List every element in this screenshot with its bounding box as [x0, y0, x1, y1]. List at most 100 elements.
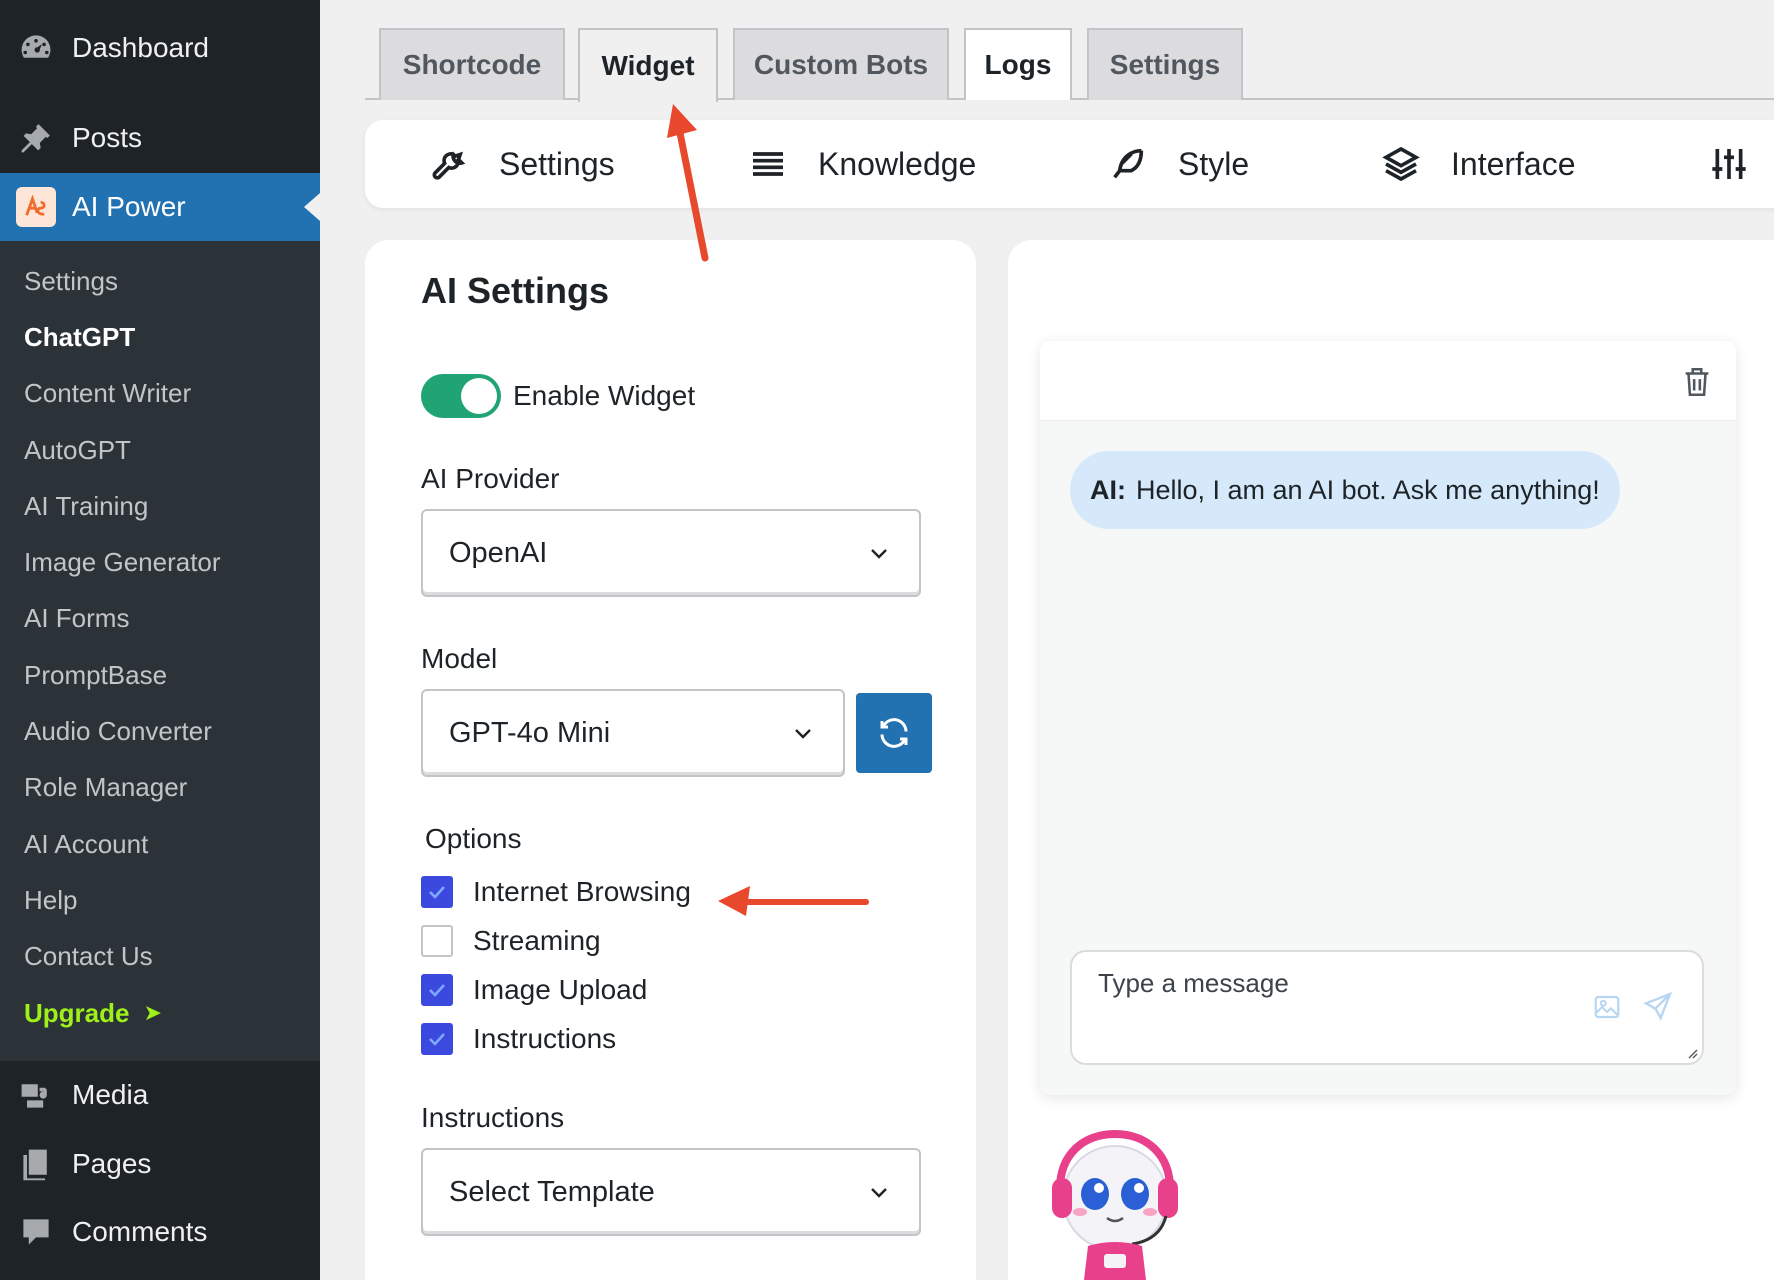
subtab-interface[interactable]: Interface — [1381, 120, 1576, 208]
ai-provider-label: AI Provider — [421, 463, 560, 494]
layers-icon — [1382, 146, 1420, 182]
ai-power-logo — [0, 187, 72, 227]
subtab-style[interactable]: Style — [1108, 120, 1249, 208]
option-streaming[interactable]: Streaming — [421, 921, 601, 961]
checkmark-icon — [429, 984, 445, 997]
option-instructions-label: Instructions — [473, 1023, 617, 1054]
menu-posts[interactable]: Posts — [0, 104, 320, 172]
tab-widget[interactable]: Widget — [578, 28, 718, 102]
submenu-ai-training[interactable]: AI Training — [0, 478, 320, 534]
lines-icon — [753, 152, 783, 176]
upgrade-label: Upgrade — [24, 997, 130, 1028]
comments-icon — [0, 1214, 72, 1250]
chat-header — [1040, 341, 1736, 421]
checkbox-checked[interactable] — [421, 1023, 453, 1055]
option-image-upload[interactable]: Image Upload — [421, 970, 647, 1010]
menu-dashboard[interactable]: Dashboard — [0, 14, 320, 82]
current-menu-notch — [304, 193, 320, 221]
refresh-icon — [880, 718, 908, 748]
enable-widget-toggle[interactable] — [421, 374, 501, 418]
ai-settings-card: AI Settings Enable Widget AI Provider Op… — [365, 240, 976, 1280]
menu-media[interactable]: Media — [0, 1061, 320, 1129]
ai-power-submenu: Settings ChatGPT Content Writer AutoGPT … — [0, 241, 320, 1061]
checkbox-checked[interactable] — [421, 974, 453, 1006]
menu-ai-power-label: AI Power — [72, 191, 186, 222]
chevron-down-icon — [795, 729, 811, 739]
menu-pages-label: Pages — [72, 1148, 152, 1179]
send-icon[interactable] — [1642, 990, 1674, 1022]
submenu-contact-us[interactable]: Contact Us — [0, 929, 320, 985]
instructions-template-select[interactable]: Select Template — [421, 1148, 921, 1236]
chat-widget-preview: AI: Hello, I am an AI bot. Ask me anythi… — [1040, 341, 1736, 1095]
submenu-ai-forms[interactable]: AI Forms — [0, 591, 320, 647]
feather-icon — [1113, 148, 1144, 179]
refresh-models-button[interactable] — [856, 693, 932, 773]
submenu-settings[interactable]: Settings — [0, 253, 320, 309]
menu-comments[interactable]: Comments — [0, 1198, 320, 1266]
option-streaming-label: Streaming — [473, 925, 601, 956]
chat-input-placeholder: Type a message — [1098, 968, 1289, 998]
submenu-content-writer[interactable]: Content Writer — [0, 366, 320, 422]
sliders-icon — [1712, 149, 1746, 179]
options-label: Options — [425, 823, 522, 854]
submenu-upgrade[interactable]: Upgrade ➤ — [0, 985, 320, 1041]
trash-icon[interactable] — [1680, 365, 1714, 399]
submenu-promptbase[interactable]: PromptBase — [0, 647, 320, 703]
dashboard-icon — [0, 30, 72, 66]
subtab-advanced[interactable] — [1709, 120, 1749, 208]
subtab-settings[interactable]: Settings — [429, 120, 615, 208]
subtab-style-label: Style — [1178, 145, 1250, 182]
instructions-template-value: Select Template — [449, 1175, 655, 1208]
option-instructions[interactable]: Instructions — [421, 1019, 616, 1059]
submenu-chatgpt[interactable]: ChatGPT — [0, 309, 320, 365]
media-icon — [0, 1077, 72, 1113]
submenu-role-manager[interactable]: Role Manager — [0, 760, 320, 816]
ai-settings-title: AI Settings — [421, 270, 610, 311]
model-value: GPT-4o Mini — [449, 716, 611, 749]
model-label: Model — [421, 643, 498, 674]
tab-logs[interactable]: Logs — [964, 28, 1072, 100]
image-upload-icon[interactable] — [1592, 992, 1622, 1022]
tab-custom-bots[interactable]: Custom Bots — [733, 28, 949, 100]
menu-dashboard-label: Dashboard — [72, 32, 209, 63]
chevron-down-icon — [871, 549, 887, 559]
checkmark-icon — [429, 1033, 445, 1046]
widget-subtab-bar: Settings Knowledge Style Interface — [365, 120, 1774, 208]
admin-sidebar: Dashboard Posts AI Power Settings ChatGP… — [0, 0, 320, 1280]
menu-media-label: Media — [72, 1079, 149, 1110]
option-internet-browsing[interactable]: Internet Browsing — [421, 872, 691, 912]
model-select[interactable]: GPT-4o Mini — [421, 689, 845, 777]
checkbox-checked[interactable] — [421, 876, 453, 908]
submenu-ai-account[interactable]: AI Account — [0, 816, 320, 872]
ai-speaker-label: AI: — [1090, 474, 1126, 505]
submenu-help[interactable]: Help — [0, 872, 320, 928]
checkbox-unchecked[interactable] — [421, 925, 453, 957]
ai-provider-value: OpenAI — [449, 536, 548, 569]
menu-posts-label: Posts — [72, 122, 143, 153]
wrench-icon — [432, 151, 466, 180]
chat-message-input[interactable]: Type a message — [1070, 950, 1704, 1065]
resize-grip-icon[interactable] — [1684, 1045, 1698, 1059]
instructions-label: Instructions — [421, 1102, 565, 1133]
submenu-autogpt[interactable]: AutoGPT — [0, 422, 320, 478]
submenu-audio-converter[interactable]: Audio Converter — [0, 703, 320, 759]
ai-provider-select[interactable]: OpenAI — [421, 509, 921, 597]
chatbot-avatar[interactable] — [1048, 1128, 1182, 1280]
ai-message-text: Hello, I am an AI bot. Ask me anything! — [1136, 474, 1600, 505]
option-internet-browsing-label: Internet Browsing — [473, 876, 691, 907]
ai-message-bubble: AI: Hello, I am an AI bot. Ask me anythi… — [1070, 451, 1620, 529]
menu-ai-power[interactable]: AI Power — [0, 173, 320, 241]
enable-widget-label: Enable Widget — [513, 380, 696, 411]
pin-icon — [0, 120, 72, 156]
submenu-image-generator[interactable]: Image Generator — [0, 534, 320, 590]
pages-icon — [0, 1146, 72, 1182]
subtab-knowledge-label: Knowledge — [818, 145, 977, 182]
annotation-arrow-up — [667, 104, 709, 262]
subtab-knowledge[interactable]: Knowledge — [748, 120, 976, 208]
tab-settings[interactable]: Settings — [1087, 28, 1243, 100]
subtab-settings-label: Settings — [499, 145, 615, 182]
tab-shortcode[interactable]: Shortcode — [379, 28, 565, 100]
subtab-interface-label: Interface — [1451, 145, 1576, 182]
menu-pages[interactable]: Pages — [0, 1130, 320, 1198]
chevron-down-icon — [871, 1188, 887, 1198]
